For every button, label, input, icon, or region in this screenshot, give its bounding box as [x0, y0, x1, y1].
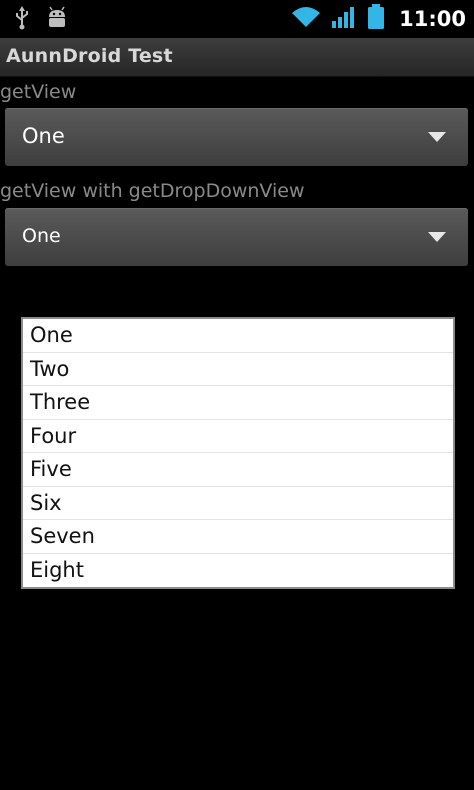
usb-icon	[14, 6, 30, 34]
wifi-icon	[291, 5, 321, 33]
dropdown-list: One Two Three Four Five Six Seven Eight	[21, 317, 455, 589]
battery-icon	[367, 4, 385, 34]
spinner2-selected-value: One	[22, 225, 61, 247]
spinner1-getview[interactable]: One	[5, 108, 468, 166]
dropdown-item-six[interactable]: Six	[23, 487, 453, 520]
spinner1-label: getView	[0, 81, 77, 103]
chevron-down-icon	[428, 232, 446, 242]
android-debug-icon	[46, 6, 68, 34]
status-bar: 11:00	[0, 0, 474, 38]
status-notifications	[14, 6, 68, 34]
spinner1-selected-value: One	[22, 124, 65, 148]
title-bar: AunnDroid Test	[0, 38, 474, 77]
chevron-down-icon	[428, 132, 446, 142]
signal-icon	[331, 5, 357, 33]
dropdown-item-three[interactable]: Three	[23, 386, 453, 420]
status-system-icons: 11:00	[291, 4, 466, 34]
spinner2-label: getView with getDropDownView	[0, 180, 305, 202]
dropdown-item-four[interactable]: Four	[23, 420, 453, 453]
dropdown-item-five[interactable]: Five	[23, 453, 453, 487]
spinner2-getdropdownview[interactable]: One	[5, 208, 468, 266]
dropdown-item-one[interactable]: One	[23, 319, 453, 353]
dropdown-item-seven[interactable]: Seven	[23, 520, 453, 554]
app-title: AunnDroid Test	[6, 45, 173, 67]
dropdown-item-eight[interactable]: Eight	[23, 554, 453, 588]
status-clock: 11:00	[399, 7, 466, 31]
dropdown-item-two[interactable]: Two	[23, 353, 453, 386]
